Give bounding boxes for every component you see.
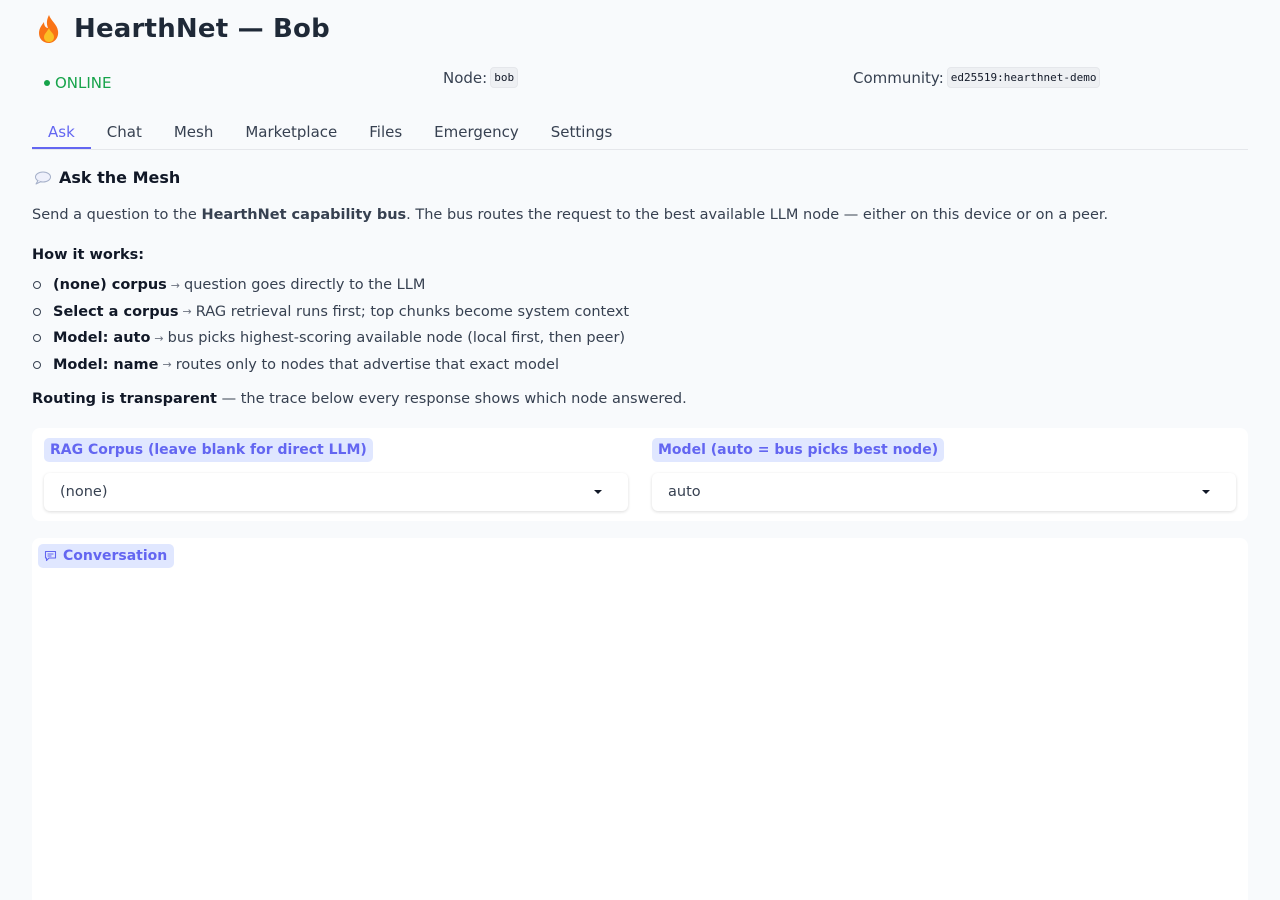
routing-bold: Routing is transparent bbox=[32, 391, 217, 407]
conversation-label-text: Conversation bbox=[63, 548, 168, 564]
list-item: Select a corpus → RAG retrieval runs first… bbox=[32, 299, 629, 326]
model-dropdown[interactable]: auto bbox=[652, 473, 1236, 511]
status-dot-icon bbox=[44, 80, 50, 86]
conversation-label: Conversation bbox=[38, 544, 175, 568]
header: HearthNet — Bob bbox=[36, 14, 330, 44]
arrow-icon: → bbox=[182, 305, 192, 319]
tab-emergency[interactable]: Emergency bbox=[418, 116, 535, 149]
tab-bar: Ask Chat Mesh Marketplace Files Emergenc… bbox=[32, 116, 1248, 150]
tab-marketplace[interactable]: Marketplace bbox=[229, 116, 353, 149]
bullet-term: Model: name bbox=[53, 356, 159, 373]
bullet-icon bbox=[33, 307, 41, 316]
chat-icon bbox=[44, 550, 57, 562]
bullet-icon bbox=[33, 281, 41, 290]
app-title: HearthNet — Bob bbox=[74, 14, 330, 44]
bullet-term: Select a corpus bbox=[53, 303, 179, 320]
how-it-works-list: (none) corpus → question goes directly to … bbox=[32, 272, 629, 378]
community-value: ed25519:hearthnet-demo bbox=[946, 67, 1101, 88]
bullet-icon bbox=[33, 360, 41, 369]
node-info: Node: bob bbox=[443, 67, 519, 88]
arrow-icon: → bbox=[154, 331, 164, 345]
intro-text: Send a question to the HearthNet capabil… bbox=[32, 207, 1108, 223]
status-bar: ONLINE Node: bob Community: ed25519:hear… bbox=[0, 66, 1280, 96]
arrow-icon: → bbox=[162, 358, 172, 372]
how-it-works-label: How it works: bbox=[32, 247, 145, 263]
model-value: auto bbox=[668, 484, 701, 500]
community-label: Community: bbox=[853, 68, 944, 87]
bullet-icon bbox=[33, 334, 41, 343]
bullet-term: (none) corpus bbox=[53, 277, 167, 294]
intro-bold: HearthNet capability bus bbox=[201, 207, 407, 223]
model-label: Model (auto = bus picks best node) bbox=[652, 438, 945, 462]
list-item: (none) corpus → question goes directly to … bbox=[32, 272, 629, 299]
tab-ask[interactable]: Ask bbox=[32, 116, 91, 149]
bullet-text: routes only to nodes that advertise that… bbox=[175, 356, 559, 373]
speech-bubble-icon bbox=[35, 171, 51, 184]
bullet-text: RAG retrieval runs first; top chunks bec… bbox=[195, 303, 630, 320]
node-value: bob bbox=[490, 67, 519, 88]
corpus-label: RAG Corpus (leave blank for direct LLM) bbox=[44, 438, 373, 462]
flame-icon bbox=[39, 15, 59, 43]
tab-chat[interactable]: Chat bbox=[91, 116, 158, 149]
options-panel: RAG Corpus (leave blank for direct LLM) … bbox=[32, 428, 1248, 521]
tab-files[interactable]: Files bbox=[353, 116, 418, 149]
tab-mesh[interactable]: Mesh bbox=[158, 116, 230, 149]
conversation-panel[interactable]: Conversation bbox=[32, 538, 1248, 900]
routing-text: — the trace below every response shows w… bbox=[216, 391, 687, 407]
community-info: Community: ed25519:hearthnet-demo bbox=[853, 67, 1101, 88]
app-page: HearthNet — Bob ONLINE Node: bob Communi… bbox=[0, 0, 1280, 900]
list-item: Model: auto → bus picks highest-scoring av… bbox=[32, 325, 629, 352]
node-label: Node: bbox=[443, 68, 488, 87]
chevron-down-icon bbox=[594, 490, 602, 494]
tab-settings[interactable]: Settings bbox=[535, 116, 629, 149]
intro-suffix: . The bus routes the request to the best… bbox=[406, 207, 1109, 223]
bullet-text: bus picks highest-scoring available node… bbox=[167, 330, 626, 347]
bullet-text: question goes directly to the LLM bbox=[184, 277, 426, 294]
intro-prefix: Send a question to the bbox=[32, 207, 202, 223]
corpus-dropdown[interactable]: (none) bbox=[44, 473, 628, 511]
list-item: Model: name → routes only to nodes that ad… bbox=[32, 352, 629, 379]
routing-note: Routing is transparent — the trace below… bbox=[32, 391, 687, 407]
section-title: Ask the Mesh bbox=[59, 168, 181, 187]
online-status: ONLINE bbox=[44, 74, 112, 92]
online-text: ONLINE bbox=[55, 74, 112, 92]
chevron-down-icon bbox=[1202, 490, 1210, 494]
bullet-term: Model: auto bbox=[53, 330, 151, 347]
section-heading: Ask the Mesh bbox=[34, 168, 180, 187]
corpus-value: (none) bbox=[60, 484, 108, 500]
arrow-icon: → bbox=[170, 278, 181, 292]
